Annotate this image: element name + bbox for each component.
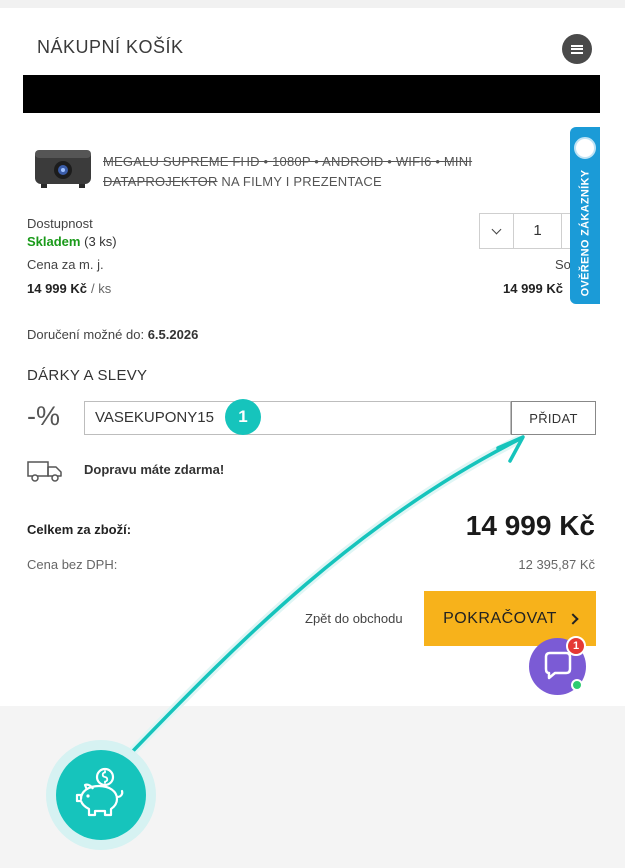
discount-percent-icon: -% [27,401,60,431]
piggy-bank-icon [75,767,124,817]
back-to-shop-link[interactable]: Zpět do obchodu [305,611,403,626]
delivery-date: Doručení možné do: 6.5.2026 [27,327,198,342]
unit-price-value: 14 999 Kč [27,281,87,296]
verified-tab-label: OVĚŘENO ZÁKAZNÍKY [579,169,591,296]
unit-price: 14 999 Kč / ks [27,281,111,296]
availability-label: Dostupnost [27,216,93,231]
redacted-banner [23,75,600,113]
hamburger-menu-icon [571,44,583,54]
chat-notification-badge: 1 [566,636,586,656]
product-image[interactable] [33,146,93,190]
online-status-dot [571,679,583,691]
coupon-input[interactable]: VASEKUPONY15 [84,401,511,435]
delivery-date-value: 6.5.2026 [147,327,199,342]
stock-count: (3 ks) [84,234,117,249]
sum-label: So [555,257,571,272]
unit-price-unit: / ks [91,281,112,296]
quantity-input[interactable]: 1 [514,214,562,248]
free-shipping-text: Dopravu máte zdarma! [84,462,225,477]
chevron-right-icon [567,612,579,625]
delivery-label: Doručení možné do: [27,327,145,342]
unit-price-label: Cena za m. j. [27,257,104,272]
product-name-line2: NA FILMY I PREZENTACE [221,174,382,189]
availability-value: Skladem (3 ks) [27,234,117,249]
sum-price: 14 999 Kč [503,281,563,296]
total-label: Celkem za zboží: [27,522,132,537]
total-value: 14 999 Kč [465,510,595,541]
stock-status: Skladem [27,234,81,249]
vat-value: 12 395,87 Kč [518,557,595,572]
product-name[interactable]: MEGALU SUPREME FHD • 1080P • ANDROID • W… [103,152,573,192]
quantity-decrease-button[interactable] [480,214,514,248]
add-coupon-button[interactable]: PŘIDAT [511,401,596,435]
gifts-title: DÁRKY A SLEVY [27,367,148,384]
chevron-down-icon [491,224,502,235]
verified-badge-icon [574,137,596,159]
truck-icon [27,461,62,482]
continue-label: POKRAČOVAT [443,609,557,627]
top-strip [0,0,625,8]
verified-by-customers-tab[interactable]: OVĚŘENO ZÁKAZNÍKY [570,127,600,304]
step-number-badge: 1 [225,399,261,435]
piggy-bank-badge [56,750,146,840]
menu-button[interactable] [562,34,592,64]
vat-label: Cena bez DPH: [27,557,118,572]
page-title: NÁKUPNÍ KOŠÍK [37,37,184,57]
